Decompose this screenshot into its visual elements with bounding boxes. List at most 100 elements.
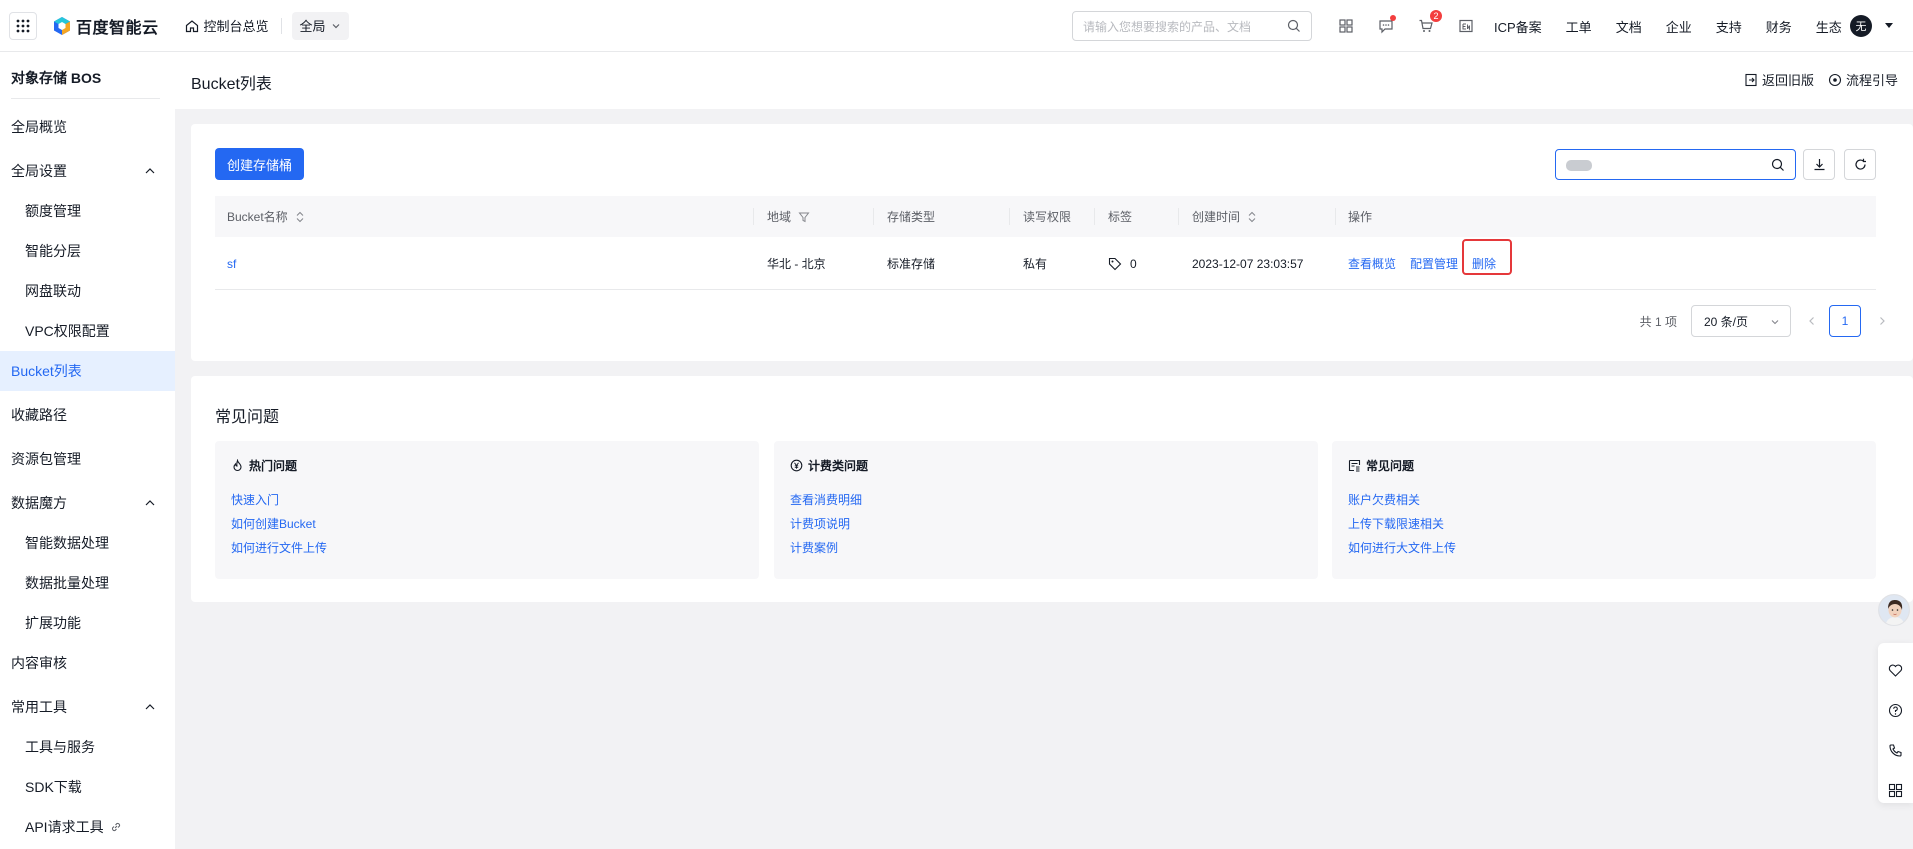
nav-finance[interactable]: 财务 xyxy=(1766,17,1792,36)
assistant-face-icon xyxy=(1879,595,1909,625)
nav-icp[interactable]: ICP备案 xyxy=(1494,17,1542,36)
faq-title: 常见问题 xyxy=(215,409,280,426)
sidebar-item-batch-processing[interactable]: 数据批量处理 xyxy=(0,563,175,603)
global-search-input[interactable]: 请输入您想要搜索的产品、文档 xyxy=(1072,11,1312,41)
nav-support[interactable]: 支持 xyxy=(1716,17,1742,36)
sidebar-item-bucket-list[interactable]: Bucket列表 xyxy=(0,351,175,391)
header-actions: 返回旧版 流程引导 xyxy=(1730,70,1898,89)
chevron-up-icon xyxy=(145,704,155,710)
user-avatar[interactable]: 无 xyxy=(1850,15,1872,37)
sidebar-item-vpc[interactable]: VPC权限配置 xyxy=(0,311,175,351)
sidebar-item-label: 数据批量处理 xyxy=(25,575,109,591)
chevron-left-icon[interactable] xyxy=(1805,314,1819,328)
faq-link[interactable]: 如何创建Bucket xyxy=(231,515,316,532)
sidebar-item-quota[interactable]: 额度管理 xyxy=(0,191,175,231)
download-button[interactable] xyxy=(1803,149,1835,180)
page-size-select[interactable]: 20 条/页 xyxy=(1691,305,1791,337)
floating-toolbar xyxy=(1878,643,1913,803)
sidebar-item-api-tool[interactable]: API请求工具 xyxy=(0,807,175,847)
language-icon[interactable] xyxy=(1454,14,1478,38)
home-icon xyxy=(185,19,198,32)
message-icon[interactable] xyxy=(1374,14,1398,38)
process-guide-button[interactable]: 流程引导 xyxy=(1828,70,1898,89)
column-region[interactable]: 地域 xyxy=(767,196,810,237)
faq-link[interactable]: 计费案例 xyxy=(790,539,838,556)
search-icon[interactable] xyxy=(1287,19,1301,33)
region-select[interactable]: 全局 xyxy=(291,11,349,40)
faq-link[interactable]: 计费项说明 xyxy=(790,515,850,532)
apps-grid-icon[interactable] xyxy=(9,11,37,40)
sidebar-item-label: 智能分层 xyxy=(25,243,81,259)
bucket-name-link[interactable]: sf xyxy=(227,257,326,271)
sidebar-item-content-review[interactable]: 内容审核 xyxy=(0,643,175,683)
view-overview-link[interactable]: 查看概览 xyxy=(1348,255,1396,272)
column-bucket-name[interactable]: Bucket名称 xyxy=(227,196,305,237)
faq-column-title-text: 计费类问题 xyxy=(808,459,869,473)
chevron-right-icon[interactable] xyxy=(1875,314,1889,328)
sort-icon[interactable] xyxy=(295,211,305,223)
console-home-link[interactable]: 控制台总览 xyxy=(185,16,269,35)
sidebar-item-common-tools[interactable]: 常用工具 xyxy=(0,687,175,727)
nav-docs[interactable]: 文档 xyxy=(1616,17,1642,36)
refresh-button[interactable] xyxy=(1844,149,1876,180)
search-icon[interactable] xyxy=(1771,158,1785,172)
chevron-up-icon xyxy=(145,500,155,506)
sidebar-item-tiering[interactable]: 智能分层 xyxy=(0,231,175,271)
qrcode-icon[interactable] xyxy=(1334,14,1358,38)
sidebar-item-label: 网盘联动 xyxy=(25,283,81,299)
nav-enterprise[interactable]: 企业 xyxy=(1666,17,1692,36)
column-created-time[interactable]: 创建时间 xyxy=(1192,196,1257,237)
chevron-down-icon xyxy=(1771,320,1779,325)
sidebar-item-smart-processing[interactable]: 智能数据处理 xyxy=(0,523,175,563)
column-storage-type: 存储类型 xyxy=(887,196,935,237)
nav-ecosystem[interactable]: 生态 xyxy=(1816,17,1842,36)
table-row: sf 华北 - 北京 标准存储 私有 0 2023-12-07 23:03:57… xyxy=(215,237,1876,290)
faq-link[interactable]: 如何进行大文件上传 xyxy=(1348,539,1456,556)
assistant-avatar[interactable] xyxy=(1878,594,1910,626)
sidebar-item-resource-pack[interactable]: 资源包管理 xyxy=(0,439,175,479)
bucket-search-input[interactable] xyxy=(1555,149,1796,180)
faq-link[interactable]: 如何进行文件上传 xyxy=(231,539,327,556)
bucket-table: Bucket名称 地域 存储类型 读写权限 标签 创建时间 操作 sf 华北 -… xyxy=(215,196,1876,290)
heart-icon[interactable] xyxy=(1888,663,1903,678)
region-label: 全局 xyxy=(299,19,326,34)
faq-link[interactable]: 查看消费明细 xyxy=(790,491,862,508)
sidebar-item-favorites[interactable]: 收藏路径 xyxy=(0,395,175,435)
caret-down-icon[interactable] xyxy=(1885,23,1893,28)
apps-icon[interactable] xyxy=(1888,783,1903,798)
create-bucket-button[interactable]: 创建存储桶 xyxy=(215,148,305,180)
sidebar: 对象存储 BOS 全局概览 全局设置 额度管理 智能分层 网盘联动 VPC权限配… xyxy=(0,52,175,849)
highlight-annotation xyxy=(1462,239,1512,275)
divider xyxy=(873,208,874,225)
sidebar-item-sdk[interactable]: SDK下载 xyxy=(0,767,175,807)
sidebar-item-tools-services[interactable]: 工具与服务 xyxy=(0,727,175,767)
brand-logo[interactable]: 百度智能云 xyxy=(52,14,159,38)
sidebar-item-global-settings[interactable]: 全局设置 xyxy=(0,151,175,191)
exit-icon xyxy=(1745,73,1757,86)
filter-icon[interactable] xyxy=(798,211,810,223)
page-number-current[interactable]: 1 xyxy=(1829,305,1861,337)
faq-link[interactable]: 上传下载限速相关 xyxy=(1348,515,1444,532)
divider xyxy=(1009,208,1010,225)
config-manage-link[interactable]: 配置管理 xyxy=(1410,255,1458,272)
chevron-up-icon xyxy=(145,168,155,174)
help-icon[interactable] xyxy=(1888,703,1903,718)
sidebar-item-netdisk[interactable]: 网盘联动 xyxy=(0,271,175,311)
faq-column-title-text: 常见问题 xyxy=(1366,459,1415,473)
nav-ticket[interactable]: 工单 xyxy=(1566,17,1592,36)
sidebar-item-data-cube[interactable]: 数据魔方 xyxy=(0,483,175,523)
phone-icon[interactable] xyxy=(1888,743,1903,758)
sidebar-item-label: 工具与服务 xyxy=(25,739,95,755)
sidebar-item-extensions[interactable]: 扩展功能 xyxy=(0,603,175,643)
bucket-name: sf xyxy=(227,256,237,271)
faq-link[interactable]: 快速入门 xyxy=(231,491,279,508)
sort-icon[interactable] xyxy=(1247,211,1257,223)
tags-cell[interactable]: 0 xyxy=(1108,237,1137,290)
cart-icon[interactable]: 2 xyxy=(1414,10,1442,38)
back-old-version-button[interactable]: 返回旧版 xyxy=(1744,70,1814,89)
sidebar-item-label: 智能数据处理 xyxy=(25,535,109,551)
page-size-label: 20 条/页 xyxy=(1704,314,1749,329)
sidebar-item-overview[interactable]: 全局概览 xyxy=(0,107,175,147)
column-label: 标签 xyxy=(1108,210,1133,224)
faq-link[interactable]: 账户欠费相关 xyxy=(1348,491,1420,508)
